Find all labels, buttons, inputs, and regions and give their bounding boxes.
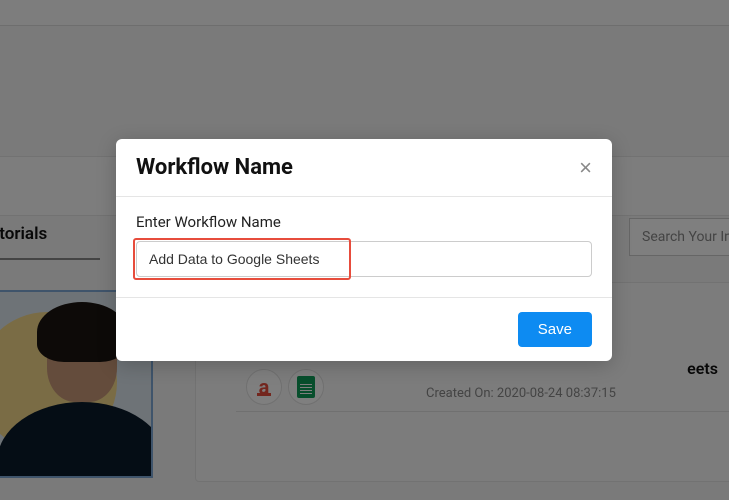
modal-footer: Save (116, 298, 612, 361)
workflow-name-modal: Workflow Name × Enter Workflow Name Save (116, 139, 612, 361)
workflow-name-input[interactable] (136, 241, 592, 277)
modal-body: Enter Workflow Name (116, 197, 612, 298)
modal-header: Workflow Name × (116, 139, 612, 197)
workflow-name-label: Enter Workflow Name (136, 213, 592, 231)
close-button[interactable]: × (579, 157, 592, 179)
close-icon: × (579, 155, 592, 180)
save-button[interactable]: Save (518, 312, 592, 347)
modal-title: Workflow Name (136, 155, 293, 180)
